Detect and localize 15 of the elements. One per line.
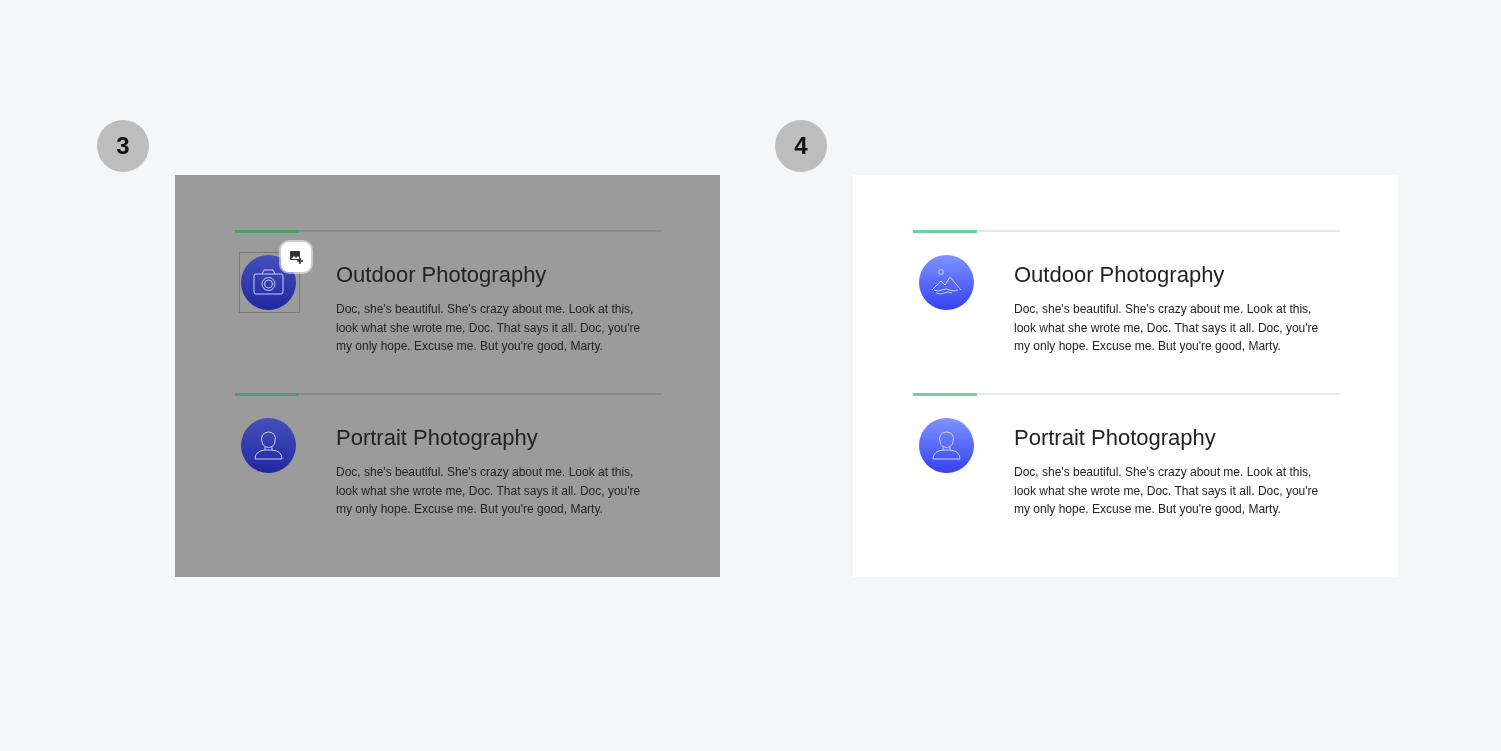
service-title: Portrait Photography — [1014, 425, 1217, 451]
service-title: Outdoor Photography — [1014, 262, 1226, 288]
service-description: Doc, she's beautiful. She's crazy about me. Look at this, look what she wrote me, Doc. That says it all. Doc, you're my only hope. Excuse me. But you're good, Marty. — [336, 464, 642, 518]
replace-image-button[interactable] — [281, 242, 311, 272]
service-description: Doc, she's beautiful. She's crazy about me. Look at this, look what she wrote me, Doc. That says it all. Doc, you're my only hope. Excuse me. But you're good, Marty. — [1014, 301, 1320, 355]
person-icon — [241, 418, 296, 473]
service-description: Doc, she's beautiful. She's crazy about me. Look at this, look what she wrote me, Doc. That says it all. Doc, you're my only hope. Excuse me. But you're good, Marty. — [1014, 464, 1320, 518]
mountain-icon — [919, 255, 974, 310]
image-plus-icon — [289, 250, 303, 264]
step-number: 4 — [775, 120, 827, 172]
person-icon — [919, 418, 974, 473]
service-title: Portrait Photography — [336, 425, 539, 451]
service-description: Doc, she's beautiful. She's crazy about me. Look at this, look what she wrote me, Doc. That says it all. Doc, you're my only hope. Excuse me. But you're good, Marty. — [336, 301, 642, 355]
step-number: 3 — [97, 120, 149, 172]
service-title: Outdoor Photography — [336, 262, 548, 288]
